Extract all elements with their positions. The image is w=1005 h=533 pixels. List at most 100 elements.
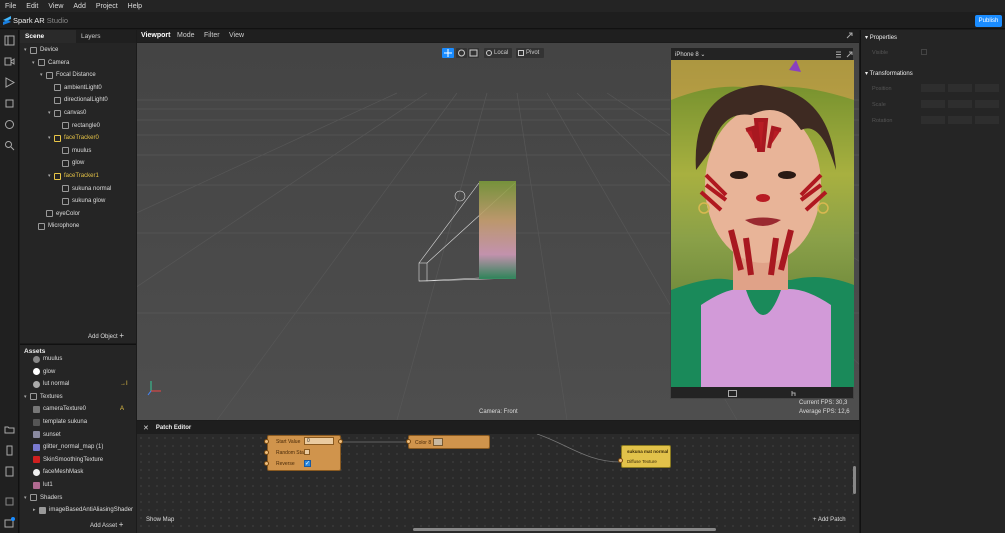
tab-filter[interactable]: Filter [204,32,220,39]
visible-checkbox[interactable] [921,49,927,55]
scene-tree-item[interactable]: sukuna normal [56,184,111,194]
refresh-icon[interactable] [4,119,15,130]
scene-tree-item[interactable]: ▾ Camera [32,58,69,68]
transformations-header[interactable]: ▾ Transformations [865,70,913,77]
horizontal-scrollbar[interactable] [413,528,716,531]
properties-header[interactable]: ▾ Properties [865,34,897,41]
close-icon[interactable]: ✕ [143,424,149,432]
asset-item[interactable]: template sukuna [33,417,87,427]
menu-icon[interactable] [835,51,842,58]
patch-canvas[interactable]: Start Value 0 Random Start Reverse ✓ Col… [137,434,859,533]
rotation-fields[interactable] [921,116,1001,124]
asset-label: Shaders [40,494,63,501]
local-toggle[interactable]: Local [484,48,512,58]
upload-icon[interactable] [4,466,15,477]
reverse-checkbox[interactable]: ✓ [304,460,311,467]
position-fields[interactable] [921,84,1001,92]
asset-item[interactable]: glitter_normal_map (1) [33,442,103,452]
average-fps: Average FPS: 12,6 [799,409,850,415]
animation-node[interactable]: Start Value 0 Random Start Reverse ✓ [267,435,341,471]
globe-icon [486,50,492,56]
folder-icon[interactable] [4,424,15,435]
asset-item[interactable]: cameraTexture0 A [33,404,124,414]
menu-add[interactable]: Add [68,3,90,10]
rotate-tool-button[interactable] [456,48,467,58]
output-port[interactable] [338,439,343,444]
search-icon[interactable] [4,140,15,151]
scene-tree-item[interactable]: ▾ Focal Distance [40,70,96,80]
asset-item[interactable]: faceMeshMask [33,467,83,477]
scene-tree-item[interactable]: Microphone [32,221,79,231]
asset-item[interactable]: glow [33,367,55,377]
input-port[interactable] [618,458,623,463]
asset-item[interactable]: muulus [33,354,62,364]
menu-project[interactable]: Project [91,3,123,10]
scene-tree-item[interactable]: directionalLight0 [48,95,108,105]
tab-viewport[interactable]: Viewport [141,32,170,39]
patch-editor-header: ✕ Patch Editor [137,421,859,434]
scale-tool-button[interactable] [468,48,479,58]
camera-switch-icon[interactable] [728,389,737,397]
scene-tree-item[interactable]: ▾ faceTracker1 [48,171,99,181]
material-node[interactable]: sukuna mat normal Diffuse Texture [621,445,671,468]
vertical-scrollbar[interactable] [853,466,856,494]
asset-item[interactable]: lut1 [33,480,53,490]
popout-icon[interactable] [846,51,853,58]
object-icon [46,71,53,79]
asset-item[interactable]: ▾ Textures [24,392,63,402]
tab-view[interactable]: View [229,32,244,39]
input-port[interactable] [264,450,269,455]
input-port[interactable] [264,461,269,466]
asset-item[interactable]: ▾ Shaders [24,493,62,503]
show-map-button[interactable]: Show Map [146,517,174,523]
publish-button[interactable]: Publish [975,15,1002,27]
menu-edit[interactable]: Edit [21,3,43,10]
device-select[interactable]: iPhone 8 ⌄ [675,51,705,58]
stop-icon[interactable] [4,98,15,109]
input-port[interactable] [264,439,269,444]
add-object-button[interactable]: Add Object + [88,331,124,340]
texture-thumbnail-icon [33,431,40,439]
expand-icon[interactable] [846,32,853,39]
device-icon[interactable] [4,445,15,456]
scene-tree-item[interactable]: glow [56,158,84,168]
asset-item[interactable]: SkinSmoothingTexture [33,455,103,465]
asset-item[interactable]: lut normal →I [33,379,128,389]
visible-label: Visible [872,50,889,56]
scale-fields[interactable] [921,100,1001,108]
material-node-title: sukuna mat normal [627,449,669,454]
scene-tree-item[interactable]: ▾ canvas0 [48,108,86,118]
scene-tree-item[interactable]: eyeColor [40,209,80,219]
scene-tree-label: directionalLight0 [64,97,108,104]
color-swatch[interactable] [433,438,443,446]
scene-tree-item[interactable]: ambientLight0 [48,83,102,93]
scene-tree-item[interactable]: ▾ faceTracker0 [48,133,99,143]
touch-icon[interactable] [789,389,797,397]
tab-mode[interactable]: Mode [177,32,195,39]
menu-help[interactable]: Help [123,3,147,10]
menu-file[interactable]: File [0,3,21,10]
color-node[interactable]: Color 8 [408,435,490,449]
scene-tree-item[interactable]: sukuna glow [56,196,105,206]
asset-badge: →I [120,381,128,388]
add-asset-button[interactable]: Add Asset + [90,520,123,529]
add-patch-button[interactable]: + Add Patch [813,517,846,523]
start-value-input[interactable]: 0 [304,437,334,445]
asset-item[interactable]: sunset [33,430,61,440]
layout-icon[interactable] [4,35,15,46]
random-start-checkbox[interactable] [304,449,310,455]
scene-tree-item[interactable]: rectangle0 [56,121,100,131]
scene-tree-item[interactable]: ▾ Device [24,45,58,55]
tab-layers[interactable]: Layers [76,30,106,43]
menu-view[interactable]: View [43,3,68,10]
input-port[interactable] [406,439,411,444]
settings-icon[interactable] [4,496,15,507]
move-tool-button[interactable] [442,48,454,58]
scene-tree-item[interactable]: muulus [56,146,91,156]
play-icon[interactable] [4,77,15,88]
video-icon[interactable] [4,56,15,67]
account-icon[interactable] [4,517,15,528]
asset-item[interactable]: ▸ imageBasedAntiAliasingShader [33,505,133,515]
pivot-toggle[interactable]: Pivot [516,48,544,58]
tab-scene[interactable]: Scene [20,30,76,43]
